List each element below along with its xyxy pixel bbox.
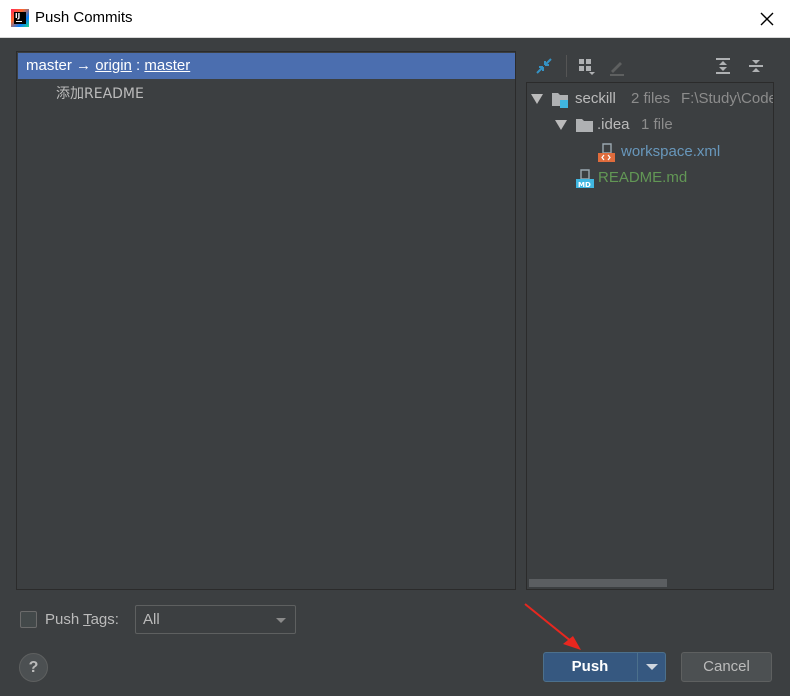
cancel-button[interactable]: Cancel	[681, 652, 772, 682]
tags-mode-select[interactable]: All	[135, 605, 296, 634]
xml-file-icon	[597, 143, 617, 163]
remote-branch-link[interactable]: master	[144, 57, 190, 74]
tags-mode-value: All	[143, 611, 160, 628]
annotation-arrow-icon	[524, 603, 581, 650]
intellij-app-icon: IJ	[11, 9, 29, 27]
close-icon	[760, 12, 774, 26]
title-bar: IJ Push Commits	[0, 0, 790, 38]
tree-folder-idea[interactable]: .idea 1 file	[527, 113, 773, 137]
collapse-all-icon[interactable]	[746, 56, 766, 76]
edit-icon[interactable]	[607, 56, 627, 76]
tree-root-name: seckill	[575, 90, 616, 107]
chevron-down-icon	[276, 618, 286, 623]
push-tags-label: Push Tags:	[45, 611, 119, 628]
tree-file-workspace[interactable]: workspace.xml	[527, 140, 773, 164]
markdown-file-icon: MD	[575, 169, 595, 189]
local-branch: master	[26, 57, 72, 74]
expand-arrow-icon[interactable]	[555, 120, 567, 130]
changes-toolbar	[524, 51, 774, 81]
module-folder-icon	[551, 91, 571, 109]
horizontal-scrollbar[interactable]	[529, 579, 667, 587]
expand-arrow-icon[interactable]	[531, 94, 543, 104]
changes-panel: seckill 2 files F:\Study\Code .idea 1 fi…	[524, 51, 774, 590]
tree-root-meta: 2 files	[631, 90, 671, 107]
push-tags-checkbox[interactable]	[20, 611, 37, 628]
expand-all-icon[interactable]	[713, 56, 733, 76]
changes-tree: seckill 2 files F:\Study\Code .idea 1 fi…	[526, 82, 774, 590]
toolbar-separator	[566, 55, 567, 77]
commits-tree: master → origin : master 添加README	[16, 51, 516, 590]
commit-item[interactable]: 添加README	[56, 83, 144, 103]
folder-meta: 1 file	[641, 116, 673, 133]
folder-name: .idea	[597, 116, 630, 133]
branch-separator: :	[136, 57, 141, 74]
file-name: workspace.xml	[621, 143, 721, 160]
help-button[interactable]: ?	[19, 653, 48, 682]
close-button[interactable]	[754, 6, 780, 32]
folder-icon	[575, 117, 595, 135]
branch-row[interactable]: master → origin : master	[18, 53, 515, 79]
svg-text:MD: MD	[578, 181, 591, 189]
collapse-changes-icon[interactable]	[534, 56, 554, 76]
tree-root-path: F:\Study\Code	[681, 90, 774, 107]
tree-file-readme[interactable]: MD README.md	[527, 166, 773, 190]
push-options-dropdown[interactable]	[638, 653, 666, 681]
remote-link[interactable]: origin	[95, 57, 132, 74]
window-title: Push Commits	[35, 9, 133, 26]
group-by-icon[interactable]	[576, 56, 596, 76]
file-name: README.md	[598, 169, 688, 186]
arrow-glyph: →	[76, 57, 92, 74]
